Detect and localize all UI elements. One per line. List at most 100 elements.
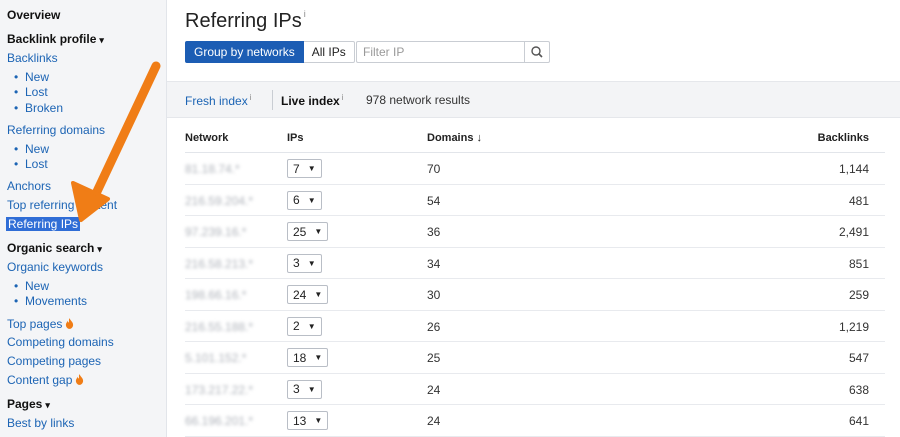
network-cell[interactable]: 216.55.188.* bbox=[185, 320, 253, 334]
sidebar-item-backlinks-broken[interactable]: • Broken bbox=[14, 101, 63, 116]
backlinks-cell[interactable]: 481 bbox=[849, 194, 869, 208]
dropdown-arrow-icon: ▼ bbox=[314, 227, 323, 236]
dropdown-arrow-icon: ▼ bbox=[314, 353, 323, 362]
section-label: Organic search bbox=[7, 241, 95, 255]
filter-ip-input[interactable] bbox=[356, 41, 525, 63]
info-icon[interactable]: i bbox=[342, 93, 344, 102]
section-label: Pages bbox=[7, 397, 43, 411]
column-header-network[interactable]: Network bbox=[185, 132, 228, 144]
sidebar-item-overview[interactable]: Overview bbox=[7, 8, 60, 23]
ips-cell: 2 ▼ bbox=[287, 316, 322, 336]
info-icon[interactable]: i bbox=[304, 9, 306, 19]
backlinks-cell[interactable]: 638 bbox=[849, 383, 869, 397]
backlinks-cell[interactable]: 1,144 bbox=[839, 162, 869, 176]
table-row: 66.196.201.* 13 ▼ 24 641 bbox=[185, 405, 885, 437]
backlinks-cell[interactable]: 259 bbox=[849, 288, 869, 302]
chevron-down-icon: ▾ bbox=[45, 400, 50, 410]
index-bar: Fresh index i Live index i 978 network res… bbox=[167, 81, 900, 118]
sidebar-section-backlink-profile[interactable]: Backlink profile ▾ bbox=[7, 32, 104, 48]
ips-cell: 7 ▼ bbox=[287, 159, 322, 178]
table-row: 97.239.16.* 25 ▼ 36 2,491 bbox=[185, 216, 885, 248]
ips-dropdown[interactable]: 3 ▼ bbox=[287, 253, 322, 273]
sidebar-item-competing-pages[interactable]: Competing pages bbox=[7, 354, 101, 369]
ips-cell: 24 ▼ bbox=[287, 285, 329, 304]
network-cell[interactable]: 5.101.152.* bbox=[185, 351, 246, 365]
main-content: Referring IPs i Group by networks All IPs… bbox=[167, 0, 900, 437]
sidebar-item-backlinks[interactable]: Backlinks bbox=[7, 51, 58, 66]
sidebar-item-backlinks-new[interactable]: • New bbox=[14, 70, 49, 85]
network-cell[interactable]: 66.196.201.* bbox=[185, 414, 253, 428]
bullet-icon: • bbox=[14, 157, 19, 171]
network-cell[interactable]: 173.217.22.* bbox=[185, 383, 253, 397]
ips-dropdown[interactable]: 6 ▼ bbox=[287, 190, 322, 210]
sidebar-item-anchors[interactable]: Anchors bbox=[7, 179, 51, 194]
sidebar-item-top-referring-content[interactable]: Top referring content bbox=[7, 198, 117, 213]
domains-cell: 36 bbox=[427, 225, 441, 239]
backlinks-cell[interactable]: 1,219 bbox=[839, 320, 869, 334]
column-header-backlinks[interactable]: Backlinks bbox=[818, 132, 869, 144]
info-icon[interactable]: i bbox=[250, 93, 252, 102]
sidebar-section-pages[interactable]: Pages ▾ bbox=[7, 397, 50, 413]
search-icon bbox=[531, 46, 543, 58]
group-by-networks-button[interactable]: Group by networks bbox=[185, 41, 304, 63]
ips-value: 3 bbox=[293, 256, 300, 270]
sidebar-item-label: Competing domains bbox=[7, 335, 114, 349]
sidebar-item-backlinks-lost[interactable]: • Lost bbox=[14, 85, 48, 100]
sidebar-item-label: New bbox=[25, 142, 50, 156]
sidebar-item-content-gap[interactable]: Content gap bbox=[7, 373, 84, 388]
domains-cell: 24 bbox=[427, 382, 441, 397]
page-title: Referring IPs i bbox=[185, 9, 306, 33]
sidebar-item-competing-domains[interactable]: Competing domains bbox=[7, 335, 114, 350]
network-cell[interactable]: 198.66.16.* bbox=[185, 288, 246, 302]
table-row: 173.217.22.* 3 ▼ 24 638 bbox=[185, 374, 885, 405]
ips-dropdown[interactable]: 18 ▼ bbox=[287, 348, 329, 367]
backlinks-cell[interactable]: 2,491 bbox=[839, 225, 869, 239]
chevron-down-icon: ▾ bbox=[97, 244, 102, 254]
view-toggle: Group by networks All IPs bbox=[185, 41, 355, 63]
network-cell[interactable]: 216.58.213.* bbox=[185, 257, 253, 271]
ips-value: 25 bbox=[293, 224, 307, 239]
ips-value: 13 bbox=[293, 413, 307, 428]
ips-dropdown[interactable]: 24 ▼ bbox=[287, 285, 329, 304]
live-index-tab[interactable]: Live index i bbox=[281, 93, 343, 108]
sidebar-item-label: New bbox=[25, 70, 50, 84]
ips-dropdown[interactable]: 25 ▼ bbox=[287, 222, 329, 241]
network-cell[interactable]: 81.18.74.* bbox=[185, 162, 240, 176]
fresh-index-tab[interactable]: Fresh index i bbox=[185, 93, 251, 108]
sidebar-item-label: Top pages bbox=[7, 317, 63, 331]
backlinks-cell[interactable]: 641 bbox=[849, 414, 869, 428]
sidebar-item-label: Broken bbox=[25, 101, 64, 115]
sidebar-item-referring-domains-lost[interactable]: • Lost bbox=[14, 157, 48, 172]
sidebar-item-label: Lost bbox=[25, 157, 48, 171]
page-title-text: Referring IPs bbox=[185, 10, 302, 32]
ips-dropdown[interactable]: 2 ▼ bbox=[287, 316, 322, 336]
sidebar-item-organic-keywords[interactable]: Organic keywords bbox=[7, 260, 103, 275]
bullet-icon: • bbox=[14, 142, 19, 156]
all-ips-button[interactable]: All IPs bbox=[303, 41, 355, 63]
chevron-down-icon: ▾ bbox=[99, 35, 104, 45]
sidebar-item-referring-ips[interactable]: Referring IPs bbox=[6, 217, 81, 232]
network-cell[interactable]: 216.59.204.* bbox=[185, 194, 253, 208]
sidebar-section-organic-search[interactable]: Organic search ▾ bbox=[7, 241, 102, 257]
sidebar-item-referring-domains[interactable]: Referring domains bbox=[7, 123, 105, 138]
sidebar-item-organic-keywords-movements[interactable]: • Movements bbox=[14, 294, 87, 309]
sidebar-item-organic-keywords-new[interactable]: • New bbox=[14, 279, 49, 294]
ips-cell: 25 ▼ bbox=[287, 222, 329, 241]
networks-table: Network IPs Domains ↓ Backlinks 81.18.74… bbox=[185, 126, 885, 437]
backlinks-cell[interactable]: 851 bbox=[849, 257, 869, 271]
bullet-icon: • bbox=[14, 101, 19, 115]
sidebar: Overview Backlink profile ▾ Backlinks • Ne… bbox=[0, 0, 167, 437]
ips-dropdown[interactable]: 13 ▼ bbox=[287, 411, 329, 430]
ips-dropdown[interactable]: 7 ▼ bbox=[287, 159, 322, 178]
sidebar-item-referring-domains-new[interactable]: • New bbox=[14, 142, 49, 157]
filter-search-button[interactable] bbox=[524, 41, 550, 63]
column-header-ips[interactable]: IPs bbox=[287, 132, 304, 144]
sidebar-item-best-by-links[interactable]: Best by links bbox=[7, 416, 74, 431]
backlinks-cell[interactable]: 547 bbox=[849, 351, 869, 365]
column-header-domains[interactable]: Domains ↓ bbox=[427, 132, 482, 144]
ips-dropdown[interactable]: 3 ▼ bbox=[287, 379, 322, 399]
network-cell[interactable]: 97.239.16.* bbox=[185, 225, 246, 239]
sidebar-item-top-pages[interactable]: Top pages bbox=[7, 317, 74, 332]
dropdown-arrow-icon: ▼ bbox=[307, 321, 316, 331]
sidebar-item-label: Backlinks bbox=[7, 51, 58, 65]
